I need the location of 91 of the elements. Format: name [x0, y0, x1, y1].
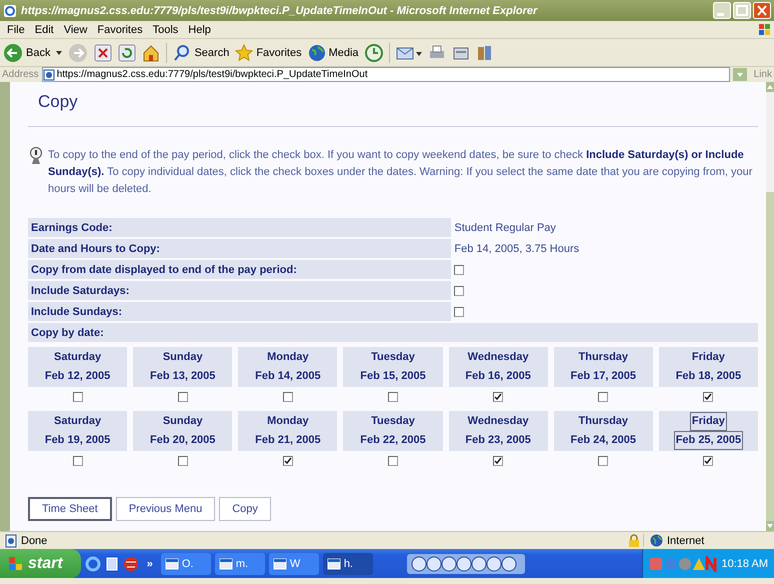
checkbox[interactable]: [598, 392, 608, 402]
date-header: Saturday Feb 12, 2005: [28, 347, 128, 387]
status-text: Done: [21, 534, 48, 546]
field-value: Student Regular Pay: [454, 222, 556, 234]
field-label: Earnings Code:: [28, 218, 452, 237]
taskbar-button[interactable]: m.: [214, 552, 265, 574]
windows-flag-icon: [8, 556, 24, 572]
date-header: Monday Feb 21, 2005: [238, 411, 338, 451]
field-label: Date and Hours to Copy:: [28, 239, 452, 258]
page-icon: [42, 68, 55, 80]
stop-button[interactable]: [94, 44, 112, 62]
checkbox[interactable]: [454, 264, 464, 275]
menu-item[interactable]: Tools: [148, 24, 184, 36]
favorites-button[interactable]: Favorites: [235, 44, 302, 62]
history-button[interactable]: [364, 44, 383, 62]
media-button[interactable]: Media: [308, 44, 359, 62]
checkbox[interactable]: [454, 306, 464, 317]
address-label: Address: [2, 69, 39, 80]
scrollbar[interactable]: [766, 82, 774, 531]
date-header: Tuesday Feb 15, 2005: [343, 347, 443, 387]
date-header: Thursday Feb 17, 2005: [554, 347, 653, 387]
home-button[interactable]: [142, 44, 160, 62]
date-header: Friday Feb 25, 2005: [658, 411, 758, 451]
window-icon: [326, 556, 341, 570]
checkbox[interactable]: [454, 286, 464, 296]
checkbox[interactable]: [703, 392, 714, 402]
menu-item[interactable]: File: [2, 24, 30, 36]
checkbox[interactable]: [493, 456, 504, 466]
windows-flag-icon: [758, 22, 772, 36]
section-header: Copy by date:: [28, 323, 758, 342]
checkbox[interactable]: [72, 392, 83, 402]
page-title: Copy: [38, 92, 79, 112]
checkbox[interactable]: [282, 456, 293, 466]
zone-label: Internet: [667, 534, 704, 546]
field-label: Include Saturdays:: [28, 281, 452, 300]
info-icon: [28, 147, 44, 165]
checkbox[interactable]: [598, 456, 608, 466]
checkbox[interactable]: [493, 392, 504, 402]
date-header: Saturday Feb 19, 2005: [28, 411, 128, 451]
form-button[interactable]: Copy: [219, 497, 271, 521]
date-header: Friday Feb 18, 2005: [658, 347, 758, 387]
window-icon: [218, 556, 233, 570]
menu-item[interactable]: Edit: [30, 24, 59, 36]
form-button[interactable]: Previous Menu: [116, 497, 216, 521]
date-header: Tuesday Feb 22, 2005: [343, 411, 443, 451]
refresh-button[interactable]: [118, 44, 136, 62]
date-header: Thursday Feb 24, 2005: [554, 411, 653, 451]
ie-icon[interactable]: [84, 556, 101, 572]
search-button[interactable]: Search: [173, 44, 230, 62]
window-icon: [272, 556, 287, 570]
menu-item[interactable]: View: [58, 24, 92, 36]
search-icon: [173, 44, 192, 62]
star-icon: [235, 44, 254, 62]
checkbox[interactable]: [72, 456, 83, 466]
scroll-thumb[interactable]: [766, 192, 774, 521]
taskbar-button[interactable]: h.: [322, 552, 373, 574]
taskbar-button[interactable]: O.: [160, 552, 211, 574]
close-button[interactable]: [753, 2, 771, 19]
address-field[interactable]: https://magnus2.css.edu:7779/pls/test9i/bwpkteci.P_UpdateTimeInOut: [42, 67, 730, 82]
tray-icons-drawing: [648, 556, 719, 572]
date-header: Sunday Feb 13, 2005: [133, 347, 232, 387]
date-header: Wednesday Feb 16, 2005: [448, 347, 548, 387]
date-header: Wednesday Feb 23, 2005: [448, 411, 548, 451]
checkbox[interactable]: [703, 456, 714, 466]
field-label: Include Sundays:: [28, 302, 452, 321]
date-header: Monday Feb 14, 2005: [238, 347, 338, 387]
field-value: Feb 14, 2005, 3.75 Hours: [454, 242, 580, 254]
form-button[interactable]: Time Sheet: [28, 497, 112, 521]
media-controls-drawing[interactable]: [406, 554, 525, 574]
date-header: Sunday Feb 20, 2005: [133, 411, 232, 451]
clock: 10:18 AM: [722, 558, 768, 570]
menu-item[interactable]: Help: [183, 24, 216, 36]
page-icon: [4, 534, 18, 548]
research-button[interactable]: [476, 44, 494, 62]
menu-item[interactable]: Favorites: [92, 24, 148, 36]
instructions-text: To copy to the end of the pay period, click the check box. If you want to copy weekend dates, be sure to check Include Saturday(s) or Include Sunday(s). To copy individual dates, click the check boxes under the dates. Warning: If you select the same date that you are copying from, your hours will be deleted.: [48, 148, 754, 197]
dropdown-arrow-icon: [56, 50, 62, 54]
taskbar-button[interactable]: W: [268, 552, 319, 574]
back-button[interactable]: Back: [3, 42, 50, 62]
checkbox[interactable]: [388, 456, 398, 466]
ie-logo-icon: [3, 4, 17, 18]
lock-icon: [628, 534, 640, 548]
window-icon: [164, 556, 179, 570]
checkbox[interactable]: [178, 456, 188, 466]
document-icon[interactable]: [104, 556, 120, 572]
window-title: https://magnus2.css.edu:7779/pls/test9i/bwpkteci.P_UpdateTimeInOut - Microsoft Internet Explorer: [21, 4, 539, 16]
checkbox[interactable]: [178, 392, 188, 402]
field-label: Copy from date displayed to end of the pay period:: [28, 260, 452, 279]
checkbox[interactable]: [282, 392, 293, 402]
more-button[interactable]: »: [142, 558, 157, 570]
checkbox[interactable]: [388, 392, 398, 402]
